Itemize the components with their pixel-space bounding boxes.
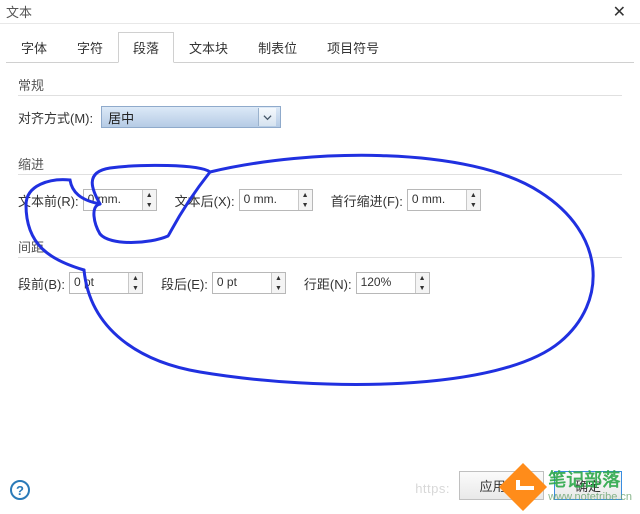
title-bar: 文本 ✕ (0, 0, 640, 24)
spin-down-icon[interactable]: ▼ (299, 200, 312, 210)
apply-button[interactable]: 应用(A) (459, 471, 544, 500)
line-spacing-label: 行距(N): (304, 274, 352, 293)
space-after-value: 0 pt (213, 273, 271, 293)
close-icon[interactable]: ✕ (605, 2, 634, 22)
tab-paragraph[interactable]: 段落 (118, 32, 174, 63)
ok-button[interactable]: 确定 (554, 471, 622, 500)
indent-first-spinner[interactable]: 0 mm. ▲▼ (407, 189, 481, 211)
tab-character[interactable]: 字符 (62, 32, 118, 63)
spin-up-icon[interactable]: ▲ (416, 273, 429, 283)
space-after-spinner[interactable]: 0 pt ▲▼ (212, 272, 286, 294)
tab-font[interactable]: 字体 (6, 32, 62, 63)
button-bar: 应用(A) 确定 (459, 471, 622, 500)
watermark-url: https: (415, 481, 450, 496)
group-spacing: 间距 段前(B): 0 pt ▲▼ 段后(E): 0 pt ▲▼ 行距(N): … (18, 237, 622, 294)
alignment-select[interactable]: 居中 (101, 106, 281, 128)
indent-after-label: 文本后(X): (175, 191, 235, 210)
tab-textblock[interactable]: 文本块 (174, 32, 243, 63)
indent-after-spinner[interactable]: 0 mm. ▲▼ (239, 189, 313, 211)
spin-down-icon[interactable]: ▼ (467, 200, 480, 210)
chevron-down-icon[interactable] (258, 108, 276, 126)
indent-first-value: 0 mm. (408, 190, 466, 210)
indent-before-value: 0 mm. (84, 190, 142, 210)
indent-first-label: 首行缩进(F): (331, 191, 403, 210)
line-spacing-value: 120% (357, 273, 415, 293)
window-title: 文本 (6, 2, 605, 21)
spin-up-icon[interactable]: ▲ (299, 190, 312, 200)
space-before-value: 0 pt (70, 273, 128, 293)
spin-down-icon[interactable]: ▼ (416, 283, 429, 293)
tab-tabstop[interactable]: 制表位 (243, 32, 312, 63)
tab-bullets[interactable]: 项目符号 (312, 32, 394, 63)
space-after-label: 段后(E): (161, 274, 208, 293)
alignment-label: 对齐方式(M): (18, 108, 93, 127)
indent-before-spinner[interactable]: 0 mm. ▲▼ (83, 189, 157, 211)
spin-up-icon[interactable]: ▲ (129, 273, 142, 283)
group-indent: 缩进 文本前(R): 0 mm. ▲▼ 文本后(X): 0 mm. ▲▼ 首行缩… (18, 154, 622, 211)
indent-after-value: 0 mm. (240, 190, 298, 210)
line-spacing-spinner[interactable]: 120% ▲▼ (356, 272, 430, 294)
spin-down-icon[interactable]: ▼ (143, 200, 156, 210)
space-before-label: 段前(B): (18, 274, 65, 293)
space-before-spinner[interactable]: 0 pt ▲▼ (69, 272, 143, 294)
spin-up-icon[interactable]: ▲ (467, 190, 480, 200)
spin-down-icon[interactable]: ▼ (129, 283, 142, 293)
group-title-indent: 缩进 (18, 154, 622, 175)
tab-content: 常规 对齐方式(M): 居中 缩进 文本前(R): 0 mm. ▲▼ 文本后( (0, 63, 640, 330)
group-title-spacing: 间距 (18, 237, 622, 258)
tab-bar: 字体 字符 段落 文本块 制表位 项目符号 (6, 32, 634, 63)
alignment-value: 居中 (108, 108, 258, 127)
group-title-general: 常规 (18, 75, 622, 96)
spin-up-icon[interactable]: ▲ (272, 273, 285, 283)
help-icon[interactable]: ? (10, 480, 30, 500)
indent-before-label: 文本前(R): (18, 191, 79, 210)
spin-down-icon[interactable]: ▼ (272, 283, 285, 293)
spin-up-icon[interactable]: ▲ (143, 190, 156, 200)
group-general: 常规 对齐方式(M): 居中 (18, 75, 622, 128)
